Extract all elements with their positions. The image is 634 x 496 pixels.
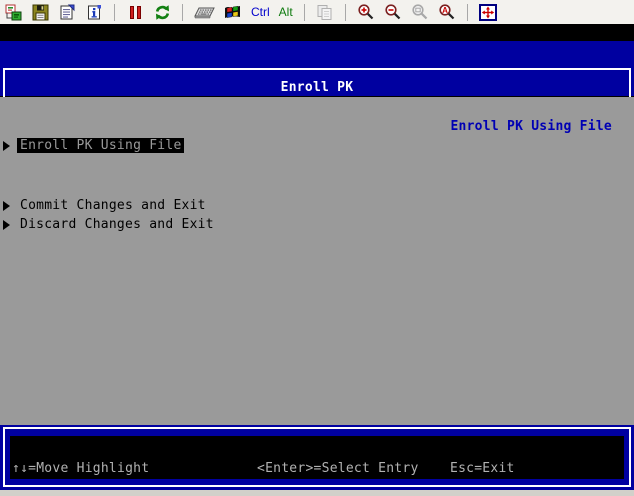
viewer-toolbar: Ctrl Alt [0, 0, 634, 24]
menu-arrow-icon [3, 201, 10, 211]
save-session-icon[interactable] [31, 3, 49, 21]
item-help-text: Enroll PK Using File [450, 119, 612, 134]
toolbar-separator [467, 4, 468, 21]
pause-icon[interactable] [126, 3, 144, 21]
zoom-in-icon[interactable] [357, 3, 375, 21]
toolbar-separator [114, 4, 115, 21]
alt-key-toggle[interactable]: Alt [279, 5, 293, 19]
zoom-100-icon [411, 3, 429, 21]
form-area: Enroll PK Using File Enroll PK Using Fil… [0, 97, 634, 425]
toolbar-separator [304, 4, 305, 21]
key-help-select: <Enter>=Select Entry [257, 460, 419, 477]
header-band: Enroll PK [0, 41, 634, 96]
ctrl-key-toggle[interactable]: Ctrl [251, 5, 270, 19]
zoom-out-icon[interactable] [384, 3, 402, 21]
new-connection-icon[interactable] [4, 3, 22, 21]
zoom-auto-icon[interactable]: A [438, 3, 456, 21]
uefi-setup-screen: Enroll PK Enroll PK Using File Enroll PK… [0, 24, 634, 490]
toolbar-separator [182, 4, 183, 21]
menu-item-label: Enroll PK Using File [17, 138, 184, 153]
menu-item-enroll-pk-using-file[interactable]: Enroll PK Using File [17, 136, 184, 155]
menu-item-commit-changes[interactable]: Commit Changes and Exit [20, 196, 206, 215]
page-title: Enroll PK [281, 80, 354, 95]
copy-icon [316, 3, 334, 21]
menu-arrow-icon [3, 141, 10, 151]
windows-key-icon[interactable] [224, 3, 242, 21]
menu-item-discard-changes[interactable]: Discard Changes and Exit [20, 215, 214, 234]
window-bottom-edge [0, 490, 634, 496]
refresh-icon[interactable] [153, 3, 171, 21]
vnc-viewer-window: Ctrl Alt [0, 0, 634, 496]
key-help-esc: Esc=Exit [450, 460, 515, 477]
ctrl-alt-del-keyboard-icon[interactable] [194, 3, 215, 21]
svg-text:A: A [442, 6, 448, 15]
connection-options-icon[interactable] [58, 3, 76, 21]
toolbar-separator [345, 4, 346, 21]
key-help-move: ↑↓=Move Highlight [12, 460, 149, 477]
menu-arrow-icon [3, 220, 10, 230]
fullscreen-icon[interactable] [479, 3, 497, 21]
connection-info-icon[interactable] [85, 3, 103, 21]
